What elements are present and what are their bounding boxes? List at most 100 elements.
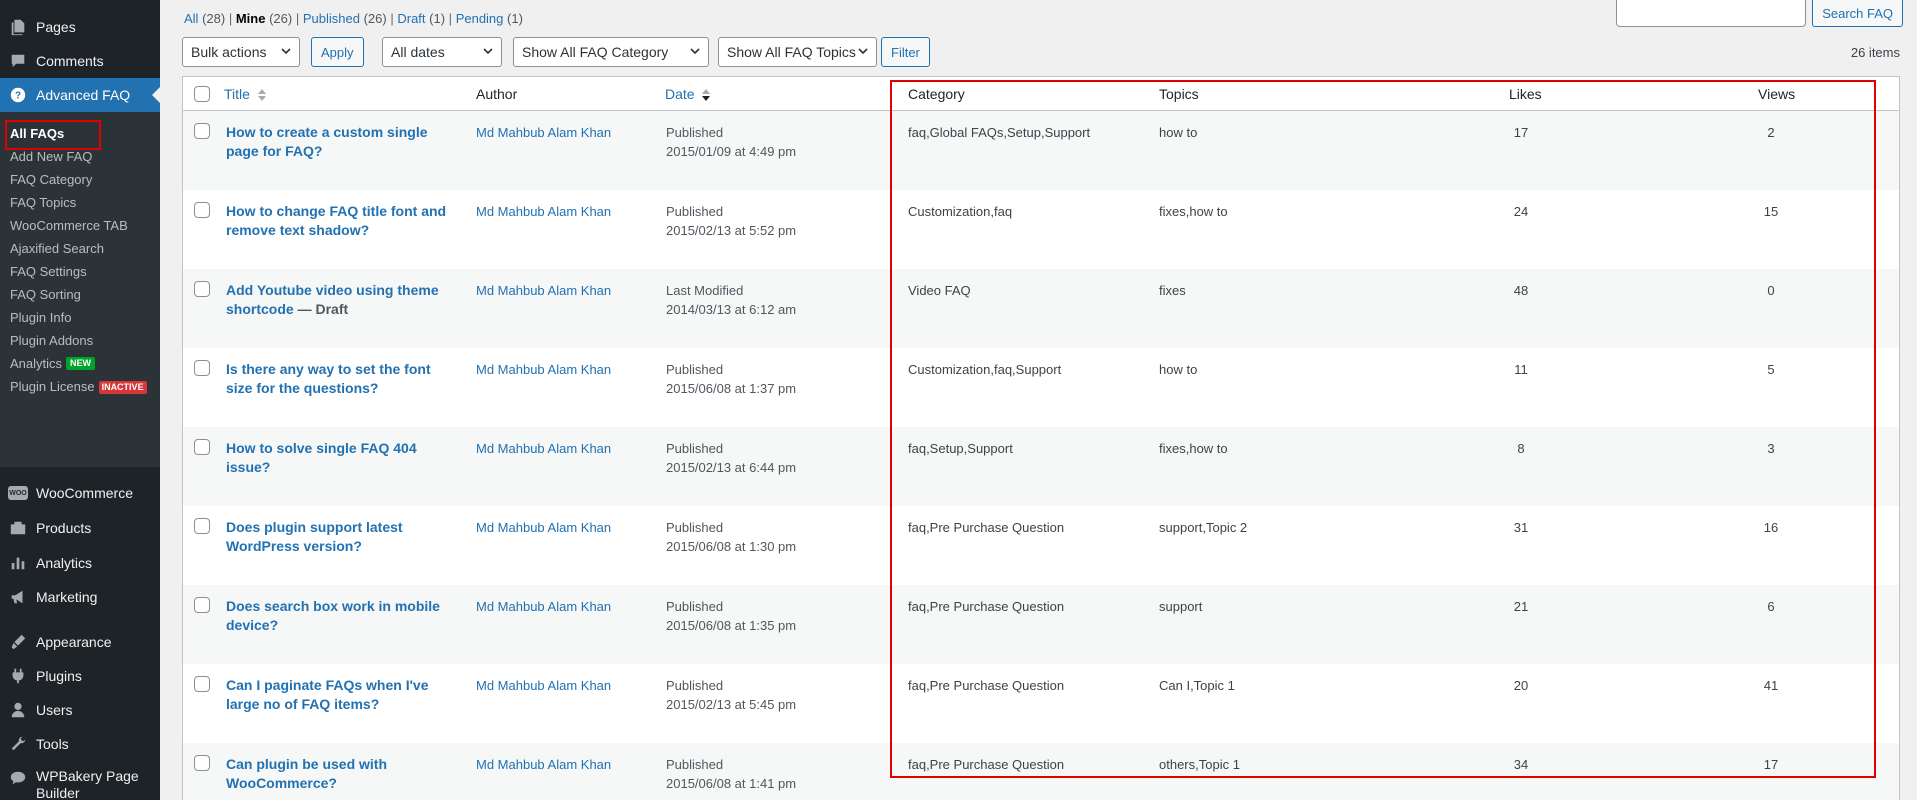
faq-title-cell: Is there any way to set the font size fo… [226, 360, 456, 398]
faq-title-link[interactable]: Can I paginate FAQs when I've large no o… [226, 677, 429, 712]
faq-title-link[interactable]: Does plugin support latest WordPress ver… [226, 519, 403, 554]
menu-label: Users [36, 702, 73, 718]
faq-title-link[interactable]: How to change FAQ title font and remove … [226, 203, 446, 238]
row-checkbox[interactable] [194, 597, 210, 613]
author-link[interactable]: Md Mahbub Alam Khan [476, 360, 611, 379]
comments-icon [0, 52, 36, 70]
column-date[interactable]: Date [665, 86, 711, 102]
menu-products[interactable]: Products [0, 511, 160, 545]
submenu-plugin-addons[interactable]: Plugin Addons [10, 330, 93, 352]
submenu-faq-settings[interactable]: FAQ Settings [10, 261, 87, 283]
column-likes: Likes [1509, 86, 1542, 102]
select-all-checkbox[interactable] [194, 86, 210, 102]
views-cell: 0 [1767, 283, 1775, 298]
submenu-analytics[interactable]: Analytics NEW [10, 353, 96, 375]
menu-wpbakery[interactable]: WPBakery Page Builder [0, 768, 160, 800]
category-cell: Customization,faq,Support [908, 362, 1062, 377]
submenu-faq-topics[interactable]: FAQ Topics [10, 192, 76, 214]
menu-users[interactable]: Users [0, 693, 160, 727]
menu-pages[interactable]: Pages [0, 10, 160, 44]
row-checkbox[interactable] [194, 123, 210, 139]
author-link[interactable]: Md Mahbub Alam Khan [476, 202, 611, 221]
topics-select[interactable]: Show All FAQ Topics [718, 37, 877, 67]
chevron-down-icon [690, 48, 700, 55]
submenu-faq-sorting[interactable]: FAQ Sorting [10, 284, 81, 306]
svg-text:?: ? [15, 91, 21, 102]
table-row: How to create a custom single page for F… [183, 111, 1899, 190]
author-link[interactable]: Md Mahbub Alam Khan [476, 597, 611, 616]
row-checkbox[interactable] [194, 755, 210, 771]
faq-title-cell: Can plugin be used with WooCommerce? [226, 755, 456, 793]
menu-label: WPBakery Page Builder [36, 768, 139, 800]
search-input[interactable] [1616, 0, 1807, 27]
menu-analytics[interactable]: Analytics [0, 546, 160, 580]
dates-select[interactable]: All dates [382, 37, 502, 67]
submenu-woocommerce-tab[interactable]: WooCommerce TAB [10, 215, 128, 237]
submenu-faq-category[interactable]: FAQ Category [10, 169, 92, 191]
view-published[interactable]: Published (26) [303, 11, 387, 26]
post-date: 2015/01/09 at 4:49 pm [666, 144, 797, 159]
likes-cell: 8 [1517, 441, 1525, 456]
row-checkbox[interactable] [194, 518, 210, 534]
menu-appearance[interactable]: Appearance [0, 625, 160, 659]
row-checkbox[interactable] [194, 202, 210, 218]
column-title[interactable]: Title [224, 86, 266, 102]
submenu-add-new-faq[interactable]: Add New FAQ [10, 146, 92, 168]
analytics-icon [0, 554, 36, 572]
author-link[interactable]: Md Mahbub Alam Khan [476, 755, 611, 774]
pages-icon [0, 18, 36, 36]
faq-title-link[interactable]: Can plugin be used with WooCommerce? [226, 756, 387, 791]
faq-title-link[interactable]: How to create a custom single page for F… [226, 124, 428, 159]
likes-cell: 31 [1513, 520, 1529, 535]
menu-comments[interactable]: Comments [0, 44, 160, 78]
submenu-plugin-info[interactable]: Plugin Info [10, 307, 71, 329]
author-link[interactable]: Md Mahbub Alam Khan [476, 281, 611, 300]
post-date: 2015/06/08 at 1:30 pm [666, 539, 797, 554]
view-pending[interactable]: Pending (1) [456, 11, 523, 26]
date-cell: Published 2015/06/08 at 1:30 pm [666, 518, 796, 556]
faq-title-link[interactable]: Is there any way to set the font size fo… [226, 361, 431, 396]
main-content: All (28) | Mine (26) | Published (26) | … [5, 0, 1917, 800]
topics-cell: how to [1159, 362, 1198, 377]
filter-button[interactable]: Filter [881, 37, 930, 67]
topics-cell: Can I,Topic 1 [1159, 678, 1235, 693]
bulk-actions-select[interactable]: Bulk actions [182, 37, 300, 67]
likes-cell: 21 [1513, 599, 1529, 614]
author-link[interactable]: Md Mahbub Alam Khan [476, 123, 611, 142]
view-all[interactable]: All (28) [184, 11, 225, 26]
views-cell: 15 [1763, 204, 1779, 219]
author-link[interactable]: Md Mahbub Alam Khan [476, 518, 611, 537]
submenu-all-faqs[interactable]: All FAQs [10, 123, 64, 145]
view-draft[interactable]: Draft (1) [397, 11, 445, 26]
topics-cell: fixes [1159, 283, 1186, 298]
menu-tools[interactable]: Tools [0, 727, 160, 761]
search-faq-button[interactable]: Search FAQ [1812, 0, 1903, 27]
faq-title-cell: Does search box work in mobile device? [226, 597, 456, 635]
table-row: Does search box work in mobile device? M… [183, 585, 1899, 664]
submenu-plugin-license[interactable]: Plugin License INACTIVE [10, 376, 147, 398]
post-status: Published [666, 441, 724, 456]
row-checkbox[interactable] [194, 439, 210, 455]
row-checkbox[interactable] [194, 281, 210, 297]
apply-button[interactable]: Apply [311, 37, 364, 67]
submenu-ajaxified-search[interactable]: Ajaxified Search [10, 238, 104, 260]
row-checkbox[interactable] [194, 676, 210, 692]
column-views: Views [1758, 86, 1796, 102]
new-badge: NEW [66, 357, 96, 370]
menu-plugins[interactable]: Plugins [0, 659, 160, 693]
menu-woocommerce[interactable]: WOO WooCommerce [0, 476, 160, 510]
menu-advanced-faq[interactable]: ? Advanced FAQ [0, 78, 160, 112]
category-select[interactable]: Show All FAQ Category [513, 37, 709, 67]
likes-cell: 34 [1513, 757, 1529, 772]
submenu-label: Analytics [10, 356, 63, 371]
faq-title-link[interactable]: How to solve single FAQ 404 issue? [226, 440, 417, 475]
menu-label: Analytics [36, 555, 93, 571]
author-link[interactable]: Md Mahbub Alam Khan [476, 439, 611, 458]
faq-title-link[interactable]: Does search box work in mobile device? [226, 598, 440, 633]
menu-marketing[interactable]: Marketing [0, 580, 160, 614]
author-link[interactable]: Md Mahbub Alam Khan [476, 676, 611, 695]
views-cell: 16 [1763, 520, 1779, 535]
view-mine[interactable]: Mine (26) [236, 11, 292, 26]
row-checkbox[interactable] [194, 360, 210, 376]
menu-label: Comments [36, 53, 104, 69]
